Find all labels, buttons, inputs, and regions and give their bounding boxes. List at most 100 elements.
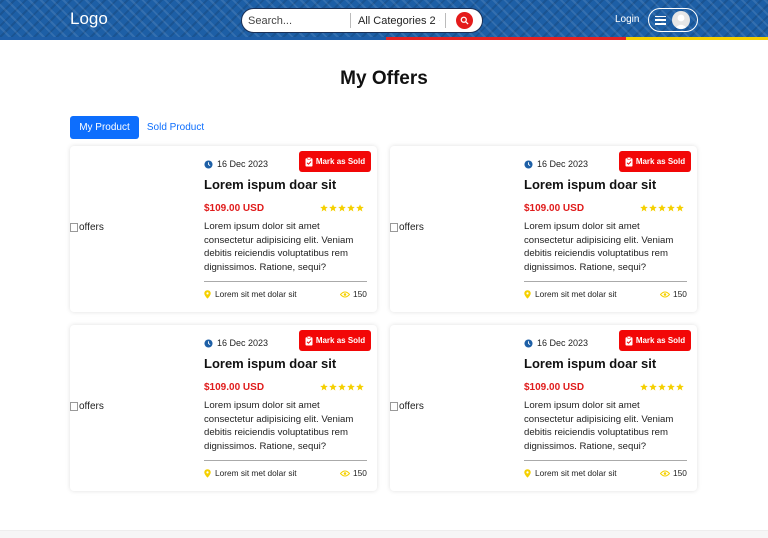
offer-price: $109.00 USD <box>524 382 585 393</box>
offer-title: Lorem ispum doar sit <box>204 356 337 371</box>
offer-location: Lorem sit met dolar sit <box>524 289 617 299</box>
star-icon <box>658 383 666 391</box>
star-icon <box>676 204 684 212</box>
star-icon <box>356 204 364 212</box>
star-icon <box>640 204 648 212</box>
offer-image: offers <box>70 222 104 233</box>
offer-image: offers <box>390 222 424 233</box>
offer-views: 150 <box>340 468 367 478</box>
offer-description: Lorem ipsum dolor sit amet consectetur a… <box>204 221 354 273</box>
category-selected-label: All Categories 2 <box>358 14 436 27</box>
offer-description: Lorem ipsum dolor sit amet consectetur a… <box>524 400 674 452</box>
broken-image-icon <box>390 402 398 411</box>
star-icon <box>649 383 657 391</box>
logo[interactable]: Logo <box>70 9 108 29</box>
header-color-strip <box>0 37 768 40</box>
map-pin-icon <box>524 289 531 299</box>
clock-icon <box>204 338 213 348</box>
offer-card: offers 16 Dec 2023 Mark as Sold Lorem is… <box>70 325 377 491</box>
broken-image-icon <box>70 402 78 411</box>
category-select[interactable]: All Categories 2 <box>351 9 445 32</box>
search-bar: All Categories 2 <box>241 8 483 33</box>
offer-location: Lorem sit met dolar sit <box>204 289 297 299</box>
offer-title: Lorem ispum doar sit <box>524 356 657 371</box>
star-icon <box>649 204 657 212</box>
clipboard-check-icon <box>625 335 633 345</box>
rating-stars <box>640 204 684 212</box>
star-icon <box>329 383 337 391</box>
user-menu-button[interactable] <box>648 8 698 32</box>
offer-location: Lorem sit met dolar sit <box>204 468 297 478</box>
footer-edge <box>0 530 768 538</box>
card-divider <box>204 281 367 282</box>
offer-description: Lorem ipsum dolor sit amet consectetur a… <box>524 221 674 273</box>
eye-icon <box>660 470 670 476</box>
star-icon <box>347 204 355 212</box>
star-icon <box>667 383 675 391</box>
chevron-down-icon <box>438 20 440 21</box>
eye-icon <box>660 291 670 297</box>
rating-stars <box>640 383 684 391</box>
card-divider <box>524 460 687 461</box>
offer-date: 16 Dec 2023 <box>524 159 588 169</box>
map-pin-icon <box>204 468 211 478</box>
login-link[interactable]: Login <box>615 14 639 25</box>
offer-title: Lorem ispum doar sit <box>524 177 657 192</box>
mark-as-sold-button[interactable]: Mark as Sold <box>619 151 691 172</box>
offer-card: offers 16 Dec 2023 Mark as Sold Lorem is… <box>390 325 697 491</box>
offer-description: Lorem ipsum dolor sit amet consectetur a… <box>204 400 354 452</box>
offer-views: 150 <box>660 289 687 299</box>
star-icon <box>667 204 675 212</box>
mark-as-sold-button[interactable]: Mark as Sold <box>299 330 371 351</box>
offer-price: $109.00 USD <box>524 203 585 214</box>
clock-icon <box>524 159 533 169</box>
hamburger-icon <box>655 15 666 25</box>
offer-image: offers <box>390 401 424 412</box>
star-icon <box>329 204 337 212</box>
offer-views: 150 <box>660 468 687 478</box>
offer-date: 16 Dec 2023 <box>204 338 268 348</box>
mark-as-sold-button[interactable]: Mark as Sold <box>299 151 371 172</box>
star-icon <box>640 383 648 391</box>
offer-location: Lorem sit met dolar sit <box>524 468 617 478</box>
clipboard-check-icon <box>305 335 313 345</box>
card-divider <box>524 281 687 282</box>
page-title: My Offers <box>340 68 428 89</box>
star-icon <box>347 383 355 391</box>
offer-date: 16 Dec 2023 <box>204 159 268 169</box>
search-separator <box>445 13 446 28</box>
offer-date: 16 Dec 2023 <box>524 338 588 348</box>
search-input[interactable] <box>242 9 350 32</box>
map-pin-icon <box>204 289 211 299</box>
tab-sold-product[interactable]: Sold Product <box>140 116 211 139</box>
star-icon <box>320 383 328 391</box>
top-navbar: Logo All Categories 2 Login <box>0 0 768 40</box>
star-icon <box>320 204 328 212</box>
broken-image-icon <box>70 223 78 232</box>
search-button[interactable] <box>456 12 473 29</box>
offer-title: Lorem ispum doar sit <box>204 177 337 192</box>
clock-icon <box>524 338 533 348</box>
star-icon <box>676 383 684 391</box>
map-pin-icon <box>524 468 531 478</box>
search-icon <box>460 16 469 25</box>
user-avatar-icon <box>672 11 690 29</box>
offer-price: $109.00 USD <box>204 203 265 214</box>
broken-image-icon <box>390 223 398 232</box>
offer-image: offers <box>70 401 104 412</box>
offer-card: offers 16 Dec 2023 Mark as Sold Lorem is… <box>70 146 377 312</box>
star-icon <box>356 383 364 391</box>
clipboard-check-icon <box>305 156 313 166</box>
rating-stars <box>320 383 364 391</box>
card-divider <box>204 460 367 461</box>
eye-icon <box>340 470 350 476</box>
tab-my-product[interactable]: My Product <box>70 116 139 139</box>
mark-as-sold-button[interactable]: Mark as Sold <box>619 330 691 351</box>
rating-stars <box>320 204 364 212</box>
offer-price: $109.00 USD <box>204 382 265 393</box>
clock-icon <box>204 159 213 169</box>
offer-views: 150 <box>340 289 367 299</box>
star-icon <box>658 204 666 212</box>
eye-icon <box>340 291 350 297</box>
star-icon <box>338 204 346 212</box>
